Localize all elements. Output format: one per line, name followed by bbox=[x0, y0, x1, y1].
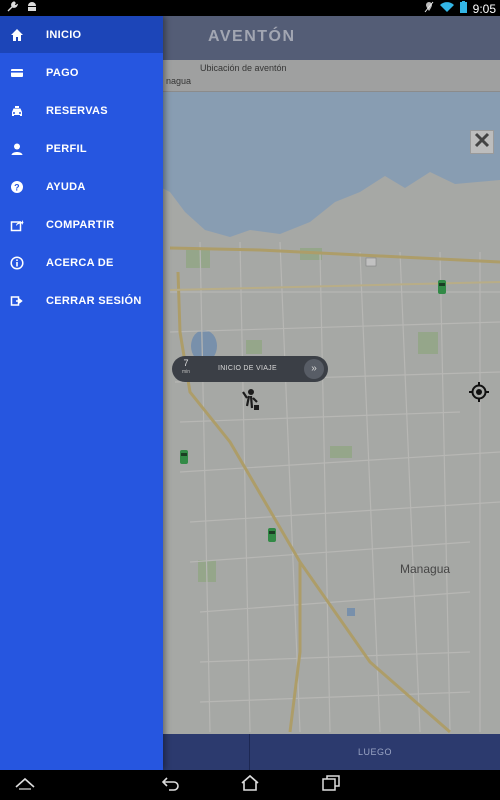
main-roads bbox=[169, 246, 500, 734]
logout-icon bbox=[10, 294, 24, 308]
road-number-badge bbox=[365, 257, 377, 267]
pickup-address-value: nagua bbox=[166, 76, 192, 86]
menu-item-acerca-de[interactable]: ACERCA DE bbox=[0, 244, 163, 281]
taxi-icon bbox=[10, 104, 24, 118]
pickup-person-pin bbox=[242, 389, 259, 410]
secondary-road bbox=[169, 281, 500, 291]
my-location-button[interactable] bbox=[467, 381, 491, 408]
park-area bbox=[186, 250, 210, 268]
menu-item-cerrar-sesion[interactable]: CERRAR SESIÓN bbox=[0, 282, 163, 319]
chevron-up-icon bbox=[14, 776, 36, 795]
luego-button[interactable]: LUEGO bbox=[250, 734, 500, 770]
menu-item-label: INICIO bbox=[46, 28, 82, 41]
location-off-icon bbox=[424, 1, 434, 16]
navigation-drawer: INICIO PAGO RESERVAS PERFIL ? AYUDA COMP… bbox=[0, 16, 163, 770]
map-tools-button[interactable] bbox=[470, 130, 494, 154]
menu-item-label: RESERVAS bbox=[46, 104, 108, 117]
menu-item-perfil[interactable]: PERFIL bbox=[0, 130, 163, 167]
recents-button[interactable] bbox=[320, 774, 342, 797]
menu-item-reservas[interactable]: RESERVAS bbox=[0, 92, 163, 129]
credit-card-icon bbox=[10, 66, 24, 80]
start-trip-button[interactable]: 7 min INICIO DE VIAJE » bbox=[172, 356, 328, 382]
status-bar: 9:05 bbox=[0, 0, 500, 16]
car-marker[interactable] bbox=[438, 280, 446, 294]
menu-item-inicio[interactable]: INICIO bbox=[0, 16, 163, 53]
street-grid bbox=[169, 241, 500, 733]
share-icon bbox=[10, 218, 24, 232]
wrench-icon bbox=[6, 1, 19, 16]
menu-item-label: PAGO bbox=[46, 66, 79, 79]
menu-item-ayuda[interactable]: ? AYUDA bbox=[0, 168, 163, 205]
park-area bbox=[330, 446, 352, 458]
trip-eta: 7 min bbox=[182, 359, 190, 377]
help-icon: ? bbox=[10, 180, 24, 194]
car-marker[interactable] bbox=[268, 528, 276, 542]
trip-eta-value: 7 bbox=[183, 358, 189, 368]
tools-icon bbox=[473, 131, 491, 154]
start-trip-label: INICIO DE VIAJE bbox=[218, 365, 277, 372]
park-area bbox=[246, 340, 262, 354]
battery-icon bbox=[459, 1, 467, 16]
recents-icon bbox=[321, 774, 341, 797]
back-arrow-icon bbox=[161, 775, 181, 796]
menu-item-label: PERFIL bbox=[46, 142, 87, 155]
system-nav-bar bbox=[0, 770, 500, 800]
menu-item-label: COMPARTIR bbox=[46, 218, 115, 231]
screen: 9:05 AVENTÓN Ubicación de aventón nagua bbox=[0, 0, 500, 800]
menu-item-pago[interactable]: PAGO bbox=[0, 54, 163, 91]
home-icon bbox=[10, 28, 24, 42]
wifi-icon bbox=[439, 1, 454, 16]
car-marker[interactable] bbox=[180, 450, 188, 464]
home-outline-icon bbox=[240, 774, 260, 797]
menu-item-label: AYUDA bbox=[46, 180, 86, 193]
person-icon bbox=[10, 142, 24, 156]
menu-item-compartir[interactable]: COMPARTIR bbox=[0, 206, 163, 243]
app-title: AVENTÓN bbox=[208, 28, 296, 45]
menu-item-label: ACERCA DE bbox=[46, 256, 114, 269]
status-time: 9:05 bbox=[472, 1, 496, 16]
back-button[interactable] bbox=[160, 775, 182, 795]
pond-shape bbox=[347, 608, 355, 616]
menu-item-label: CERRAR SESIÓN bbox=[46, 294, 142, 307]
chevron-right-double-icon: » bbox=[304, 359, 324, 379]
info-icon bbox=[10, 255, 24, 270]
trip-eta-unit: min bbox=[182, 369, 191, 375]
pickup-address-label: Ubicación de aventón bbox=[200, 63, 287, 73]
park-area bbox=[418, 332, 438, 354]
home-button[interactable] bbox=[239, 774, 261, 797]
collapse-button[interactable] bbox=[14, 775, 36, 795]
svg-text:?: ? bbox=[14, 182, 20, 192]
crosshair-icon bbox=[468, 381, 490, 408]
android-icon bbox=[26, 1, 38, 16]
map-city-label: Managua bbox=[400, 562, 451, 576]
